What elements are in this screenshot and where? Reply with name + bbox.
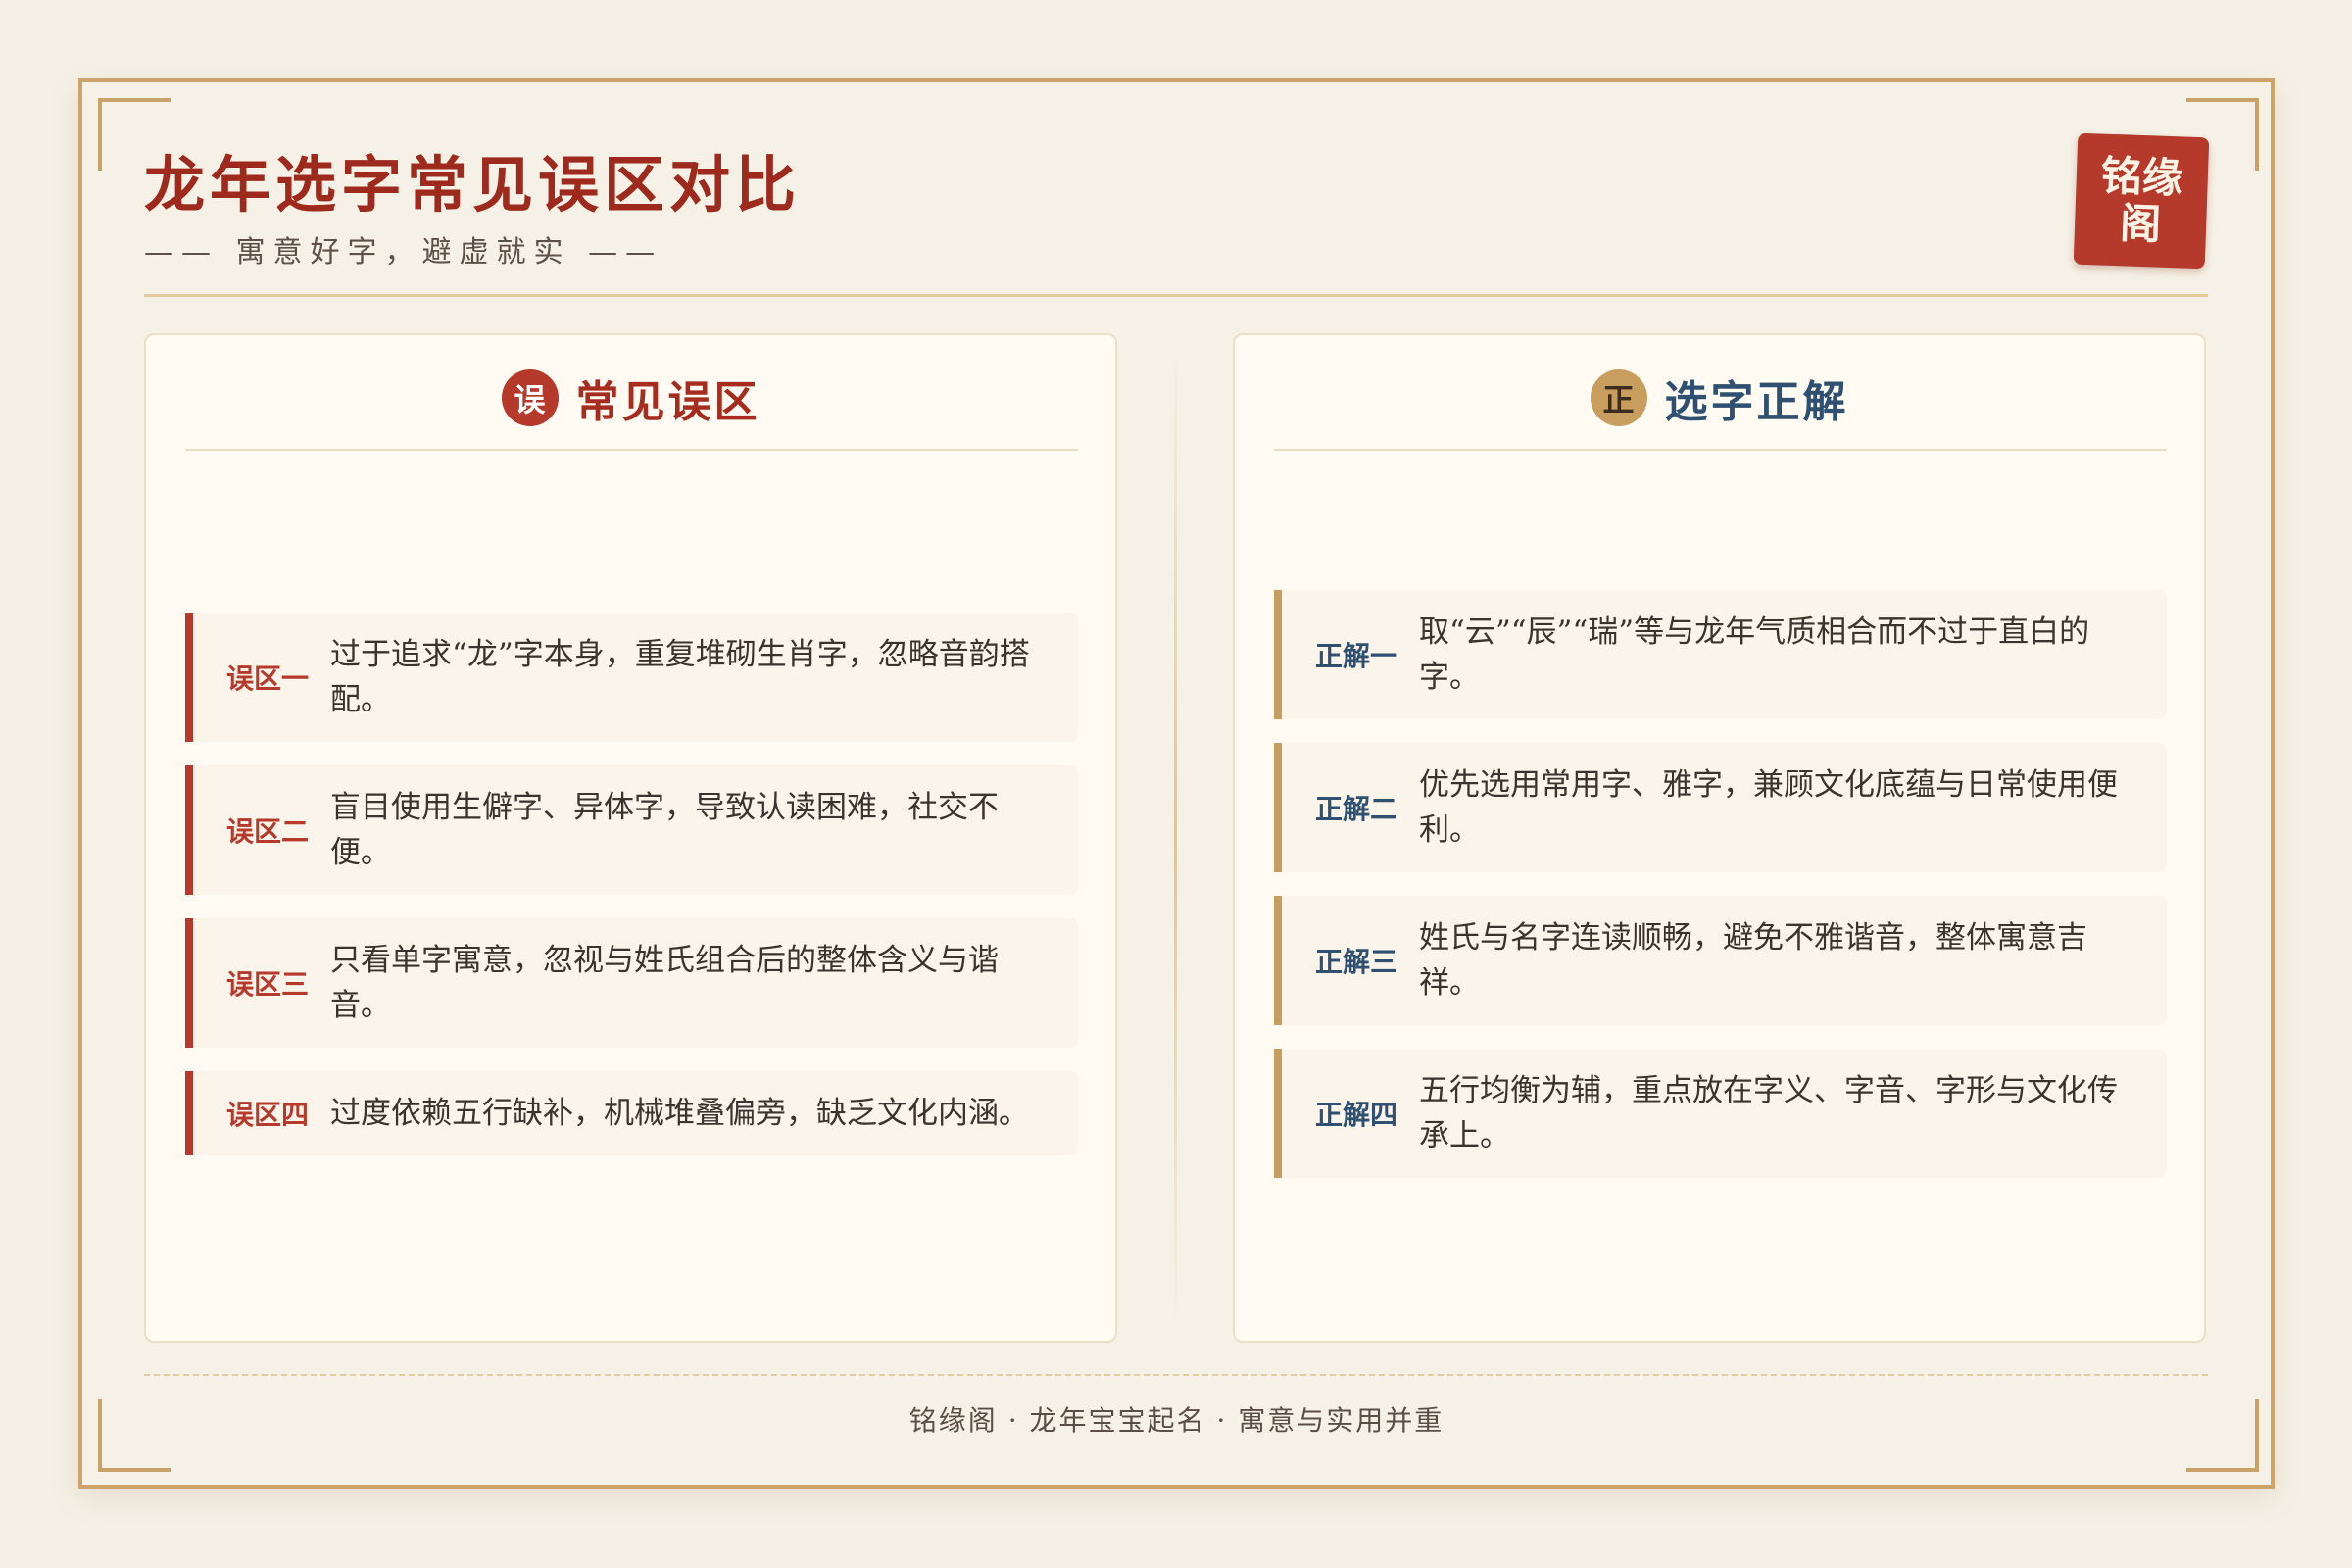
correct-approach-panel: 正 选字正解 正解一 取“云”“辰”“瑞”等与龙年气质相合而不过于直白的字。 正… (1233, 333, 2206, 1343)
misconception-item: 误区一 过于追求“龙”字本身，重复堆砌生肖字，忽略音韵搭配。 (185, 612, 1078, 742)
misconception-text: 过于追求“龙”字本身，重复堆砌生肖字，忽略音韵搭配。 (330, 637, 1030, 717)
correct-approach-item: 正解二 优先选用常用字、雅字，兼顾文化底蕴与日常使用便利。 (1274, 743, 2167, 872)
correct-approach-text: 五行均衡为辅，重点放在字义、字音、字形与文化传承上。 (1419, 1073, 2118, 1153)
mistake-badge-icon: 误 (501, 369, 559, 426)
correct-approach-tag: 正解三 (1315, 946, 1398, 978)
misconception-item: 误区四 过度依赖五行缺补，机械堆叠偏旁，缺乏文化内涵。 (185, 1071, 1078, 1155)
correct-approach-list: 正解一 取“云”“辰”“瑞”等与龙年气质相合而不过于直白的字。 正解二 优先选用… (1274, 463, 2167, 1305)
panel-header-rule (185, 449, 1078, 451)
misconceptions-panel: 误 常见误区 误区一 过于追求“龙”字本身，重复堆砌生肖字，忽略音韵搭配。 误区… (144, 333, 1117, 1343)
misconceptions-panel-title: 常见误区 (575, 377, 760, 427)
correct-approach-panel-title: 选字正解 (1664, 377, 1849, 427)
correct-approach-tag: 正解二 (1315, 793, 1398, 825)
correct-approach-text: 优先选用常用字、雅字，兼顾文化底蕴与日常使用便利。 (1419, 767, 2118, 848)
misconception-text: 只看单字寓意，忽视与姓氏组合后的整体含义与谐音。 (330, 943, 999, 1023)
correct-approach-tag: 正解一 (1315, 640, 1398, 672)
misconception-text: 盲目使用生僻字、异体字，导致认读困难，社交不便。 (330, 790, 999, 870)
correct-approach-text: 取“云”“辰”“瑞”等与龙年气质相合而不过于直白的字。 (1419, 614, 2090, 695)
misconception-tag: 误区二 (226, 815, 310, 848)
misconception-item: 误区二 盲目使用生僻字、异体字，导致认读困难，社交不便。 (185, 765, 1078, 895)
footer-divider (144, 1374, 2208, 1376)
misconception-list: 误区一 过于追求“龙”字本身，重复堆砌生肖字，忽略音韵搭配。 误区二 盲目使用生… (185, 463, 1078, 1305)
page-title: 龙年选字常见误区对比 (144, 149, 802, 220)
correct-approach-tag: 正解四 (1315, 1099, 1398, 1131)
page-subtitle: —— 寓意好字，避虚就实 —— (144, 235, 663, 270)
correct-approach-text: 姓氏与名字连读顺畅，避免不雅谐音，整体寓意吉祥。 (1419, 920, 2087, 1001)
misconception-item: 误区三 只看单字寓意，忽视与姓氏组合后的整体含义与谐音。 (185, 918, 1078, 1048)
correct-approach-panel-header: 正 选字正解 (1235, 368, 2204, 427)
header-divider (144, 294, 2208, 297)
correct-badge-icon: 正 (1590, 369, 1647, 426)
panel-header-rule (1274, 449, 2167, 451)
correct-approach-item: 正解三 姓氏与名字连读顺畅，避免不雅谐音，整体寓意吉祥。 (1274, 896, 2167, 1025)
misconception-tag: 误区四 (226, 1099, 310, 1131)
correct-approach-item: 正解一 取“云”“辰”“瑞”等与龙年气质相合而不过于直白的字。 (1274, 590, 2167, 719)
misconception-tag: 误区三 (226, 968, 310, 1001)
footer-text: 铭缘阁 · 龙年宝宝起名 · 寓意与实用并重 (908, 1404, 1445, 1437)
seal-stamp: 铭缘阁 (2073, 132, 2210, 270)
misconception-tag: 误区一 (226, 662, 310, 695)
center-divider (1174, 348, 1177, 1328)
misconception-text: 过度依赖五行缺补，机械堆叠偏旁，缺乏文化内涵。 (330, 1096, 1029, 1131)
correct-approach-item: 正解四 五行均衡为辅，重点放在字义、字音、字形与文化传承上。 (1274, 1049, 2167, 1178)
misconceptions-panel-header: 误 常见误区 (146, 368, 1115, 427)
